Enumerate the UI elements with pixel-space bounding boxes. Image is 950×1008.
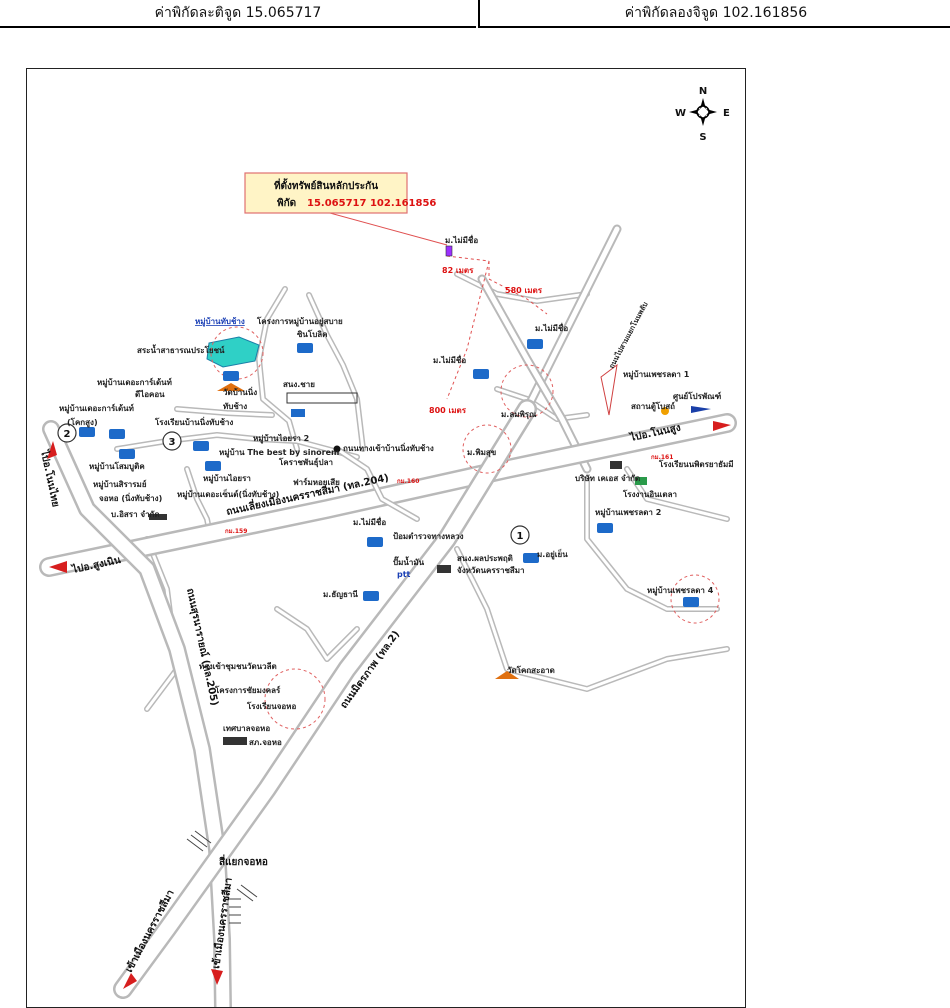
label-jo-ho: จอหอ (นิ่งทับช้าง) bbox=[99, 492, 162, 503]
property-pin bbox=[445, 245, 453, 257]
label-joho-municipal: เทศบาลจอหอ bbox=[223, 724, 270, 733]
shop-icon bbox=[691, 406, 711, 413]
label-wat-khok: วัดโคกสะอาด bbox=[507, 665, 555, 675]
compass-rose: N S E W bbox=[675, 86, 730, 143]
label-farm-hoi: ฟาร์มหอยเสีย bbox=[293, 477, 340, 487]
label-project-yusabai: โครงการหมู่บ้านอยู่สบาย bbox=[256, 316, 343, 327]
label-project-chaimongkol: โครงการชัยมงคลร์ bbox=[214, 685, 281, 695]
label-thap-chang: ทับช้าง bbox=[223, 401, 247, 411]
village-icon-2 bbox=[223, 371, 239, 381]
phet1-plot bbox=[600, 363, 618, 416]
label-north-road: ถนนไปสามแยกโนนพลับ bbox=[607, 300, 650, 370]
label-village-dusen: หมู่บ้านเดอะเซ็นต์(นิ่งทับช้าง) bbox=[177, 488, 279, 500]
label-km159: กม.159 bbox=[225, 528, 247, 535]
coordinate-table: ค่าพิกัดละติจูด 15.065717 ค่าพิกัดลองจิจ… bbox=[0, 0, 950, 28]
label-to-chumchon: ทางเข้าชุมชนวัดนวลีต bbox=[199, 661, 277, 672]
label-m-thanyathani: ม.ธัญธานี bbox=[323, 589, 358, 600]
label-best-sinorem: หมู่บ้าน The best by sinorem bbox=[219, 447, 339, 458]
latitude-cell: ค่าพิกัดละติจูด 15.065717 bbox=[0, 0, 476, 28]
label-shop-center: ศูนย์โปรพัณฑ์ bbox=[673, 391, 722, 402]
village-icon-12 bbox=[363, 591, 379, 601]
distance-800: 800 เมตร bbox=[429, 406, 467, 415]
village-icon-9 bbox=[205, 461, 221, 471]
label-km160: กม.160 bbox=[397, 478, 419, 485]
marker-2: 2 bbox=[64, 429, 71, 440]
distance-line-82 bbox=[446, 255, 490, 262]
label-village-ira2: หมู่บ้านไอยรา 2 bbox=[253, 433, 309, 444]
label-wat-ban-ning: วัดบ้านนิ่ง bbox=[223, 386, 257, 397]
label-school-ning: โรงเรียนบ้านนิ่งทับช้าง bbox=[154, 416, 233, 427]
village-icon-7 bbox=[119, 449, 135, 459]
village-icon-1 bbox=[297, 343, 313, 353]
village-icon-4 bbox=[473, 369, 489, 379]
label-school-joho: โรงเรียนจอหอ bbox=[246, 701, 296, 711]
label-b-isara: บ.อิสรา จำกัด bbox=[111, 510, 160, 519]
municipal-building bbox=[223, 737, 247, 745]
compass-w: W bbox=[675, 108, 686, 119]
village-icon-10 bbox=[367, 537, 383, 547]
village-icon-3 bbox=[527, 339, 543, 349]
building-icon-1 bbox=[291, 409, 305, 417]
callout-coord-value: 15.065717 102.161856 bbox=[307, 198, 436, 209]
building-outline-1 bbox=[286, 392, 358, 404]
label-village-sombun: หมู่บ้านโสมบูติค bbox=[89, 461, 145, 472]
callout-title: ที่ตั้งทรัพย์สินหลักประกัน bbox=[274, 178, 378, 192]
label-garden-home-2: หมู่บ้านเดอะการ์เด้นท์ bbox=[59, 403, 134, 414]
label-ptt: ptt bbox=[397, 570, 411, 579]
label-village-phet4: หมู่บ้านเพชรลดา 4 bbox=[647, 585, 714, 596]
label-m-nomame-top: ม.ไม่มีชื่อ bbox=[445, 234, 478, 245]
label-village-sirarom: หมู่บ้านสิรารมย์ bbox=[93, 479, 147, 490]
label-station: สถานตู้โบสถ์ bbox=[631, 401, 675, 412]
label-factory: โรงงานอินเตลา bbox=[622, 489, 677, 499]
label-dicondo: ดีไอคอน bbox=[135, 389, 165, 399]
village-icon-5 bbox=[79, 427, 95, 437]
label-entrance-road: ถนนทางเข้าบ้านนิ่งทับช้าง bbox=[343, 442, 434, 453]
label-m-lamphon: ม.ลมพิรุณ bbox=[501, 410, 537, 420]
label-police-box: ป้อมตำรวจทางหลวง bbox=[393, 531, 464, 541]
company-building bbox=[610, 461, 622, 469]
label-office: สนง.ผลประพฤติ bbox=[457, 554, 513, 563]
label-public-pond: สระน้ำสาธารณประโยชน์ bbox=[137, 344, 225, 355]
label-m-nomame-2: ม.ไม่มีชื่อ bbox=[433, 354, 466, 365]
label-village-phet1: หมู่บ้านเพชรลดา 1 bbox=[623, 369, 690, 380]
distance-82: 82 เมตร bbox=[442, 266, 474, 275]
label-m-nomame-3: ม.ไม่มีชื่อ bbox=[535, 322, 568, 333]
label-police-joho: สภ.จอหอ bbox=[249, 738, 282, 747]
distance-580: 580 เมตร bbox=[505, 286, 543, 295]
village-icon-13 bbox=[597, 523, 613, 533]
label-korat-phanpla: โคราชพันธุ์ปลา bbox=[278, 457, 333, 468]
village-icon-8 bbox=[193, 441, 209, 451]
label-m-yuyen: ม.อยู่เย็น bbox=[537, 548, 568, 560]
longitude-cell: ค่าพิกัดลองจิจูด 102.161856 bbox=[478, 0, 950, 28]
marker-1: 1 bbox=[517, 531, 524, 542]
label-sinlibrit: ซินโบลิค bbox=[297, 329, 328, 339]
label-garden-home: หมู่บ้านเดอะการ์เด้นท์ bbox=[97, 377, 172, 388]
marker-3: 3 bbox=[169, 437, 176, 448]
label-village-phet2: หมู่บ้านเพชรลดา 2 bbox=[595, 507, 661, 518]
location-map: ที่ตั้งทรัพย์สินหลักประกัน พิกัด 15.0657… bbox=[26, 68, 746, 1008]
callout-box: ที่ตั้งทรัพย์สินหลักประกัน พิกัด 15.0657… bbox=[244, 172, 436, 214]
label-gas-station: ปั๊มน้ำมัน bbox=[393, 556, 425, 567]
village-icon-6 bbox=[109, 429, 125, 439]
label-school-pittayasan: โรงเรียนนพิตรยาธัมมี bbox=[658, 459, 734, 469]
callout-coord-prefix: พิกัด bbox=[277, 197, 296, 209]
label-m-nomame-4: ม.ไม่มีชื่อ bbox=[353, 516, 386, 527]
village-icon-14 bbox=[683, 597, 699, 607]
compass-e: E bbox=[723, 108, 730, 119]
label-village-thap-chang: หมู่บ้านทับช้าง bbox=[195, 316, 245, 327]
compass-n: N bbox=[699, 86, 707, 97]
compass-s: S bbox=[699, 132, 706, 143]
label-office2: จังหวัดนครราชสีมา bbox=[457, 565, 525, 575]
label-company-kas: บริษัท เคเอส จำกัด bbox=[575, 474, 640, 483]
map-canvas: ที่ตั้งทรัพย์สินหลักประกัน พิกัด 15.0657… bbox=[38, 86, 737, 1007]
office-building bbox=[437, 565, 451, 573]
label-m-pimsuk: ม.พิมสุข bbox=[467, 448, 496, 458]
label-khok-sung: (โคกสูง) bbox=[67, 417, 98, 428]
label-village-ira: หมู่บ้านไอยรา bbox=[203, 473, 251, 484]
label-snor-chai: สนง.ชาย bbox=[283, 380, 315, 389]
label-junction: สี่แยกจอหอ bbox=[219, 854, 268, 868]
